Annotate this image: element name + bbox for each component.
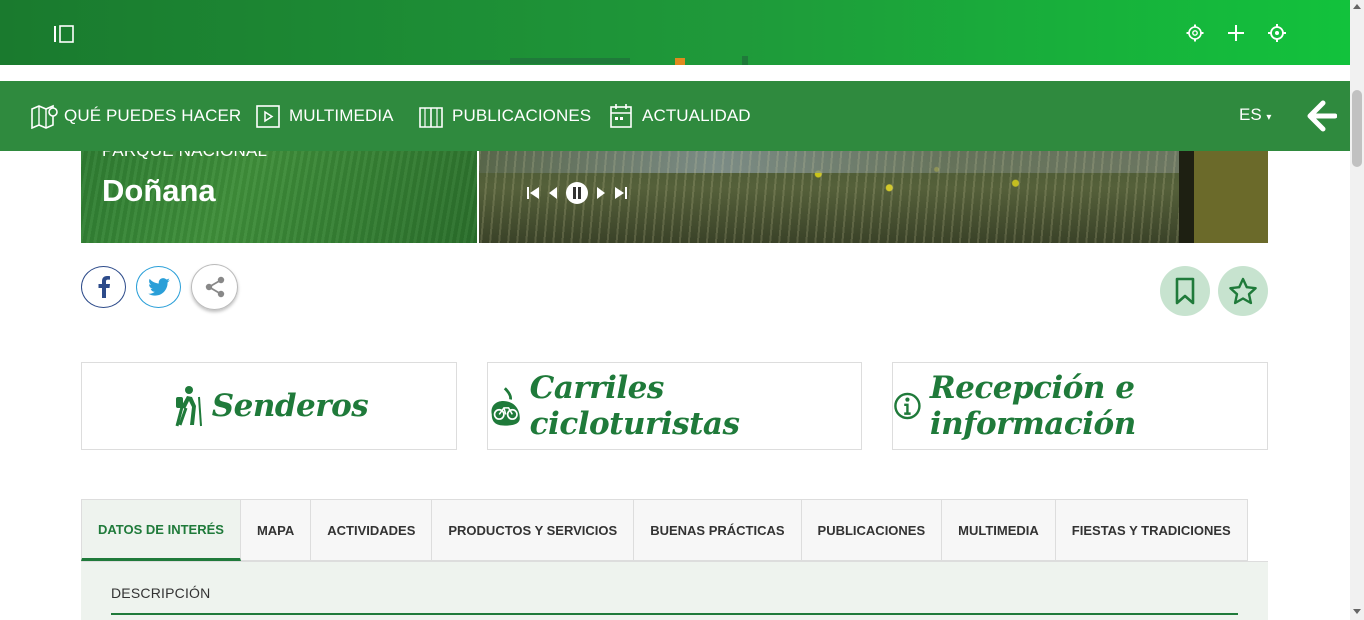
next-icon[interactable] bbox=[595, 185, 607, 201]
nav-item-multimedia[interactable]: MULTIMEDIA bbox=[255, 81, 394, 151]
info-icon bbox=[894, 392, 921, 420]
nav-item-actualidad[interactable]: ACTUALIDAD bbox=[608, 81, 751, 151]
bicycle-icon bbox=[491, 387, 520, 426]
last-icon[interactable] bbox=[613, 185, 629, 201]
plus-icon[interactable] bbox=[1226, 23, 1246, 43]
twitter-icon bbox=[147, 278, 170, 296]
map-pin-icon bbox=[31, 104, 58, 129]
share-button[interactable] bbox=[191, 264, 238, 310]
bookmark-icon bbox=[1175, 277, 1195, 305]
tab-panel: DESCRIPCIÓN bbox=[81, 562, 1268, 620]
hero-title-panel: PARQUE NACIONAL Doñana bbox=[81, 151, 477, 243]
content-tabs: DATOS DE INTERÉS MAPA ACTIVIDADES PRODUC… bbox=[81, 499, 1248, 561]
feature-recepcion-informacion[interactable]: Recepción e información bbox=[892, 362, 1268, 450]
nav-label: ACTUALIDAD bbox=[642, 106, 751, 125]
feature-senderos[interactable]: Senderos bbox=[81, 362, 457, 450]
language-selector[interactable]: ES ▾ bbox=[1239, 105, 1271, 125]
bookmark-button[interactable] bbox=[1160, 266, 1210, 316]
crosshair-icon[interactable] bbox=[1267, 23, 1287, 43]
book-icon bbox=[419, 107, 443, 128]
facebook-share-button[interactable] bbox=[81, 266, 126, 308]
menu-toggle-icon[interactable] bbox=[53, 25, 75, 43]
tab-productos-y-servicios[interactable]: PRODUCTOS Y SERVICIOS bbox=[432, 499, 635, 561]
feature-label: Recepción e información bbox=[929, 370, 1136, 442]
hero-kicker: PARQUE NACIONAL bbox=[102, 151, 267, 161]
feature-label: Senderos bbox=[211, 388, 369, 424]
tab-multimedia[interactable]: MULTIMEDIA bbox=[942, 499, 1056, 561]
pause-icon[interactable] bbox=[565, 181, 589, 205]
caret-down-icon: ▾ bbox=[1266, 112, 1272, 123]
nav-label: QUÉ PUEDES HACER bbox=[64, 106, 242, 125]
scroll-down-icon[interactable] bbox=[1353, 609, 1361, 614]
facebook-icon bbox=[98, 276, 110, 298]
feature-carriles-cicloturistas[interactable]: Carriles cicloturistas bbox=[487, 362, 862, 450]
nav-item-publicaciones[interactable]: PUBLICACIONES bbox=[418, 81, 591, 151]
prev-icon[interactable] bbox=[547, 185, 559, 201]
tab-fiestas-y-tradiciones[interactable]: FIESTAS Y TRADICIONES bbox=[1055, 499, 1248, 561]
favorite-button[interactable] bbox=[1218, 266, 1268, 316]
arrow-left-icon[interactable] bbox=[1303, 99, 1337, 133]
page-scrollbar[interactable] bbox=[1350, 0, 1364, 620]
language-label: ES bbox=[1239, 105, 1262, 124]
share-icon bbox=[205, 276, 224, 298]
twitter-share-button[interactable] bbox=[136, 266, 181, 308]
first-icon[interactable] bbox=[525, 185, 541, 201]
hero-slideshow bbox=[479, 151, 1268, 243]
hiker-icon bbox=[175, 386, 202, 427]
tab-publicaciones[interactable]: PUBLICACIONES bbox=[801, 499, 943, 561]
play-icon bbox=[256, 105, 280, 128]
scroll-thumb[interactable] bbox=[1352, 90, 1362, 167]
tab-mapa[interactable]: MAPA bbox=[240, 499, 312, 561]
nav-label: PUBLICACIONES bbox=[452, 106, 592, 125]
scroll-up-icon[interactable] bbox=[1353, 4, 1361, 9]
calendar-icon bbox=[610, 104, 632, 128]
logo-fragment bbox=[470, 52, 770, 65]
main-nav: QUÉ PUEDES HACER MULTIMEDIA PUBLICACIONE… bbox=[0, 81, 1350, 151]
star-icon bbox=[1229, 277, 1257, 305]
slider-controls bbox=[525, 181, 629, 205]
gear-icon[interactable] bbox=[1185, 23, 1205, 43]
tab-buenas-practicas[interactable]: BUENAS PRÁCTICAS bbox=[634, 499, 802, 561]
section-title: DESCRIPCIÓN bbox=[111, 585, 211, 601]
tab-actividades[interactable]: ACTIVIDADES bbox=[311, 499, 433, 561]
tab-datos-de-interes[interactable]: DATOS DE INTERÉS bbox=[81, 499, 241, 561]
top-bar bbox=[0, 0, 1350, 65]
nav-label: MULTIMEDIA bbox=[289, 106, 394, 125]
nav-item-que-puedes-hacer[interactable]: QUÉ PUEDES HACER bbox=[30, 81, 241, 151]
feature-label: Carriles cicloturistas bbox=[529, 370, 740, 442]
section-divider bbox=[111, 613, 1238, 615]
hero-title: Doñana bbox=[102, 173, 216, 208]
